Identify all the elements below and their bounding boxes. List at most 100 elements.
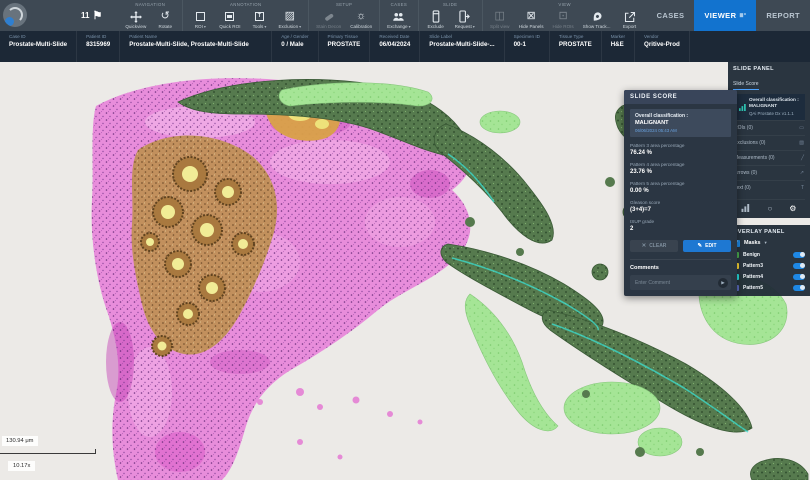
masks-label: Masks xyxy=(744,240,760,246)
panel-row-text[interactable]: Text (0) T xyxy=(733,180,805,195)
show-track-button[interactable]: Show Track... xyxy=(583,10,611,29)
tab-slide-score[interactable]: Slide Score xyxy=(733,81,759,90)
row-label: Arrows (0) xyxy=(734,170,757,176)
quickview-button[interactable]: Quickview xyxy=(125,10,146,29)
pathology-viewer-app: 11 ⚑ NAVIGATION Quickview ↺ Rotate xyxy=(0,0,810,480)
layer-name: Benign xyxy=(743,252,789,258)
exchange-button[interactable]: Exchange▾ xyxy=(387,10,410,29)
masks-dropdown[interactable]: ✓ Masks ▾ xyxy=(733,240,805,247)
metric-label: ISUP grade xyxy=(630,219,731,224)
field-value: 06/04/2024 xyxy=(379,41,410,48)
field-label: Age / Gender xyxy=(281,34,308,39)
rotate-button[interactable]: ↺ Rotate xyxy=(155,10,175,29)
slide-panel-title: SLIDE PANEL xyxy=(733,66,805,72)
clear-button[interactable]: ✕ CLEAR xyxy=(630,240,678,252)
exclusion-button[interactable]: ▨ Exclusion▾ xyxy=(278,10,301,29)
field-label: Patient ID xyxy=(86,34,110,39)
chevron-down-icon: ▾ xyxy=(204,24,206,29)
quick-roi-button[interactable]: Quick ROI xyxy=(219,10,240,29)
field-label: Patient Name xyxy=(129,34,262,39)
arrow-row-icon: ↗ xyxy=(800,170,804,176)
panel-footer-icons: ○ ⚙ xyxy=(733,199,805,213)
chevron-down-icon: ▾ xyxy=(473,24,475,29)
layer-name: Pattern4 xyxy=(743,274,789,280)
flag-count-value: 11 xyxy=(81,11,89,20)
chart-icon[interactable] xyxy=(741,204,750,212)
split-view-icon: ◫ xyxy=(495,10,505,23)
tab-viewer[interactable]: VIEWER ≣* xyxy=(694,0,756,31)
metric-pattern3: Pattern 3 area percentage 76.24 % xyxy=(630,143,731,156)
panel-row-exclusions[interactable]: Exclusions (0) ▨ xyxy=(733,135,805,150)
comment-input[interactable] xyxy=(635,280,715,286)
hatched-square-icon: ▨ xyxy=(285,10,295,23)
group-slide: SLIDE Exclude Request▾ xyxy=(418,0,482,31)
metric-pattern4: Pattern 4 area percentage 23.76 % xyxy=(630,162,731,175)
flagged-count[interactable]: 11 ⚑ xyxy=(81,0,102,31)
row-label: Measurements (0) xyxy=(734,155,775,161)
layer-benign: Benign xyxy=(733,252,805,258)
group-view: VIEW ◫ Split view ⊠ Hide Panels ⊡ Hide R… xyxy=(482,0,647,31)
exclusion-row-icon: ▨ xyxy=(799,140,804,146)
classification-label: Overall classification : xyxy=(635,113,726,119)
field-received-date: Received Date 06/04/2024 xyxy=(370,31,420,62)
benign-toggle[interactable] xyxy=(793,252,805,258)
field-value: 0 / Male xyxy=(281,41,308,48)
edit-button[interactable]: ✎ EDIT xyxy=(683,240,731,252)
panel-row-arrows[interactable]: Arrows (0) ↗ xyxy=(733,165,805,180)
stain-decon-button: Stain Decon xyxy=(316,10,341,29)
group-label: ANNOTATION xyxy=(230,2,262,7)
magnification-label: 10.17x xyxy=(8,461,35,471)
move-icon xyxy=(130,10,142,23)
slide-panel: SLIDE PANEL Slide Score Overall classifi… xyxy=(728,62,810,218)
metric-value: (3+4)=7 xyxy=(630,207,731,213)
metric-label: Pattern 5 area percentage xyxy=(630,181,731,186)
metric-isup: ISUP grade 2 xyxy=(630,219,731,232)
button-label: Exclude xyxy=(427,24,443,29)
field-primary-tissue: Primary Tissue PROSTATE xyxy=(319,31,371,62)
pattern3-toggle[interactable] xyxy=(793,263,805,269)
viewer-options-icon: ≣* xyxy=(739,13,746,19)
button-label: Split view xyxy=(490,24,509,29)
track-pin-icon xyxy=(591,10,603,23)
flag-icon: ⚑ xyxy=(92,9,102,22)
field-value: Prostate-Multi-Slide, Prostate-Multi-Sli… xyxy=(129,41,262,49)
popup-title: SLIDE SCORE xyxy=(624,90,737,104)
popup-classification: Overall classification : MALIGNANT 06/06… xyxy=(630,109,731,137)
row-label: Exclusions (0) xyxy=(734,140,765,146)
button-label: Show Track... xyxy=(583,24,611,29)
gear-icon[interactable]: ⚙ xyxy=(789,204,796,213)
field-value: 00-1 xyxy=(514,41,540,48)
classification-item[interactable]: Overall classification : MALIGNANT QAi P… xyxy=(733,94,805,120)
roi-square-icon xyxy=(196,10,205,23)
metric-value: 23.76 % xyxy=(630,169,731,175)
chevron-down-icon: ▾ xyxy=(299,24,301,29)
button-label: Rotate xyxy=(159,24,173,29)
circle-icon[interactable]: ○ xyxy=(767,204,772,213)
export-button[interactable]: Export xyxy=(620,10,640,29)
hide-panels-button[interactable]: ⊠ Hide Panels xyxy=(519,10,544,29)
button-label: Hide ROIs xyxy=(553,24,574,29)
button-label: Request xyxy=(455,24,472,29)
field-marker: Marker H&E xyxy=(602,31,635,62)
tools-button[interactable]: T Tools▾ xyxy=(249,10,269,29)
clear-icon: ✕ xyxy=(642,243,647,249)
button-label: Hide Panels xyxy=(519,24,544,29)
text-tool-icon: T xyxy=(255,10,264,23)
panel-row-measurements[interactable]: Measurements (0) ╱ xyxy=(733,150,805,165)
pattern5-toggle[interactable] xyxy=(793,285,805,291)
panel-row-rois[interactable]: ROIs (0) ▭ xyxy=(733,120,805,135)
exclude-slide-button[interactable]: Exclude xyxy=(426,10,446,29)
pattern4-toggle[interactable] xyxy=(793,274,805,280)
calibration-button[interactable]: ☼ Calibration xyxy=(350,10,372,29)
chevron-down-icon: ▾ xyxy=(764,240,766,246)
button-label: Stain Decon xyxy=(316,24,341,29)
roi-button[interactable]: ROI▾ xyxy=(190,10,210,29)
tab-cases[interactable]: CASES xyxy=(647,0,695,31)
classification-timestamp: 06/06/2024 05:43 AM xyxy=(635,128,726,133)
send-comment-icon[interactable]: ▶ xyxy=(718,278,728,288)
request-slide-button[interactable]: Request▾ xyxy=(455,10,475,29)
layer-pattern4: Pattern4 xyxy=(733,274,805,280)
group-label: SETUP xyxy=(336,2,352,7)
tab-report[interactable]: REPORT xyxy=(756,0,810,31)
field-case-id: Case ID Prostate-Multi-Slide xyxy=(0,31,77,62)
